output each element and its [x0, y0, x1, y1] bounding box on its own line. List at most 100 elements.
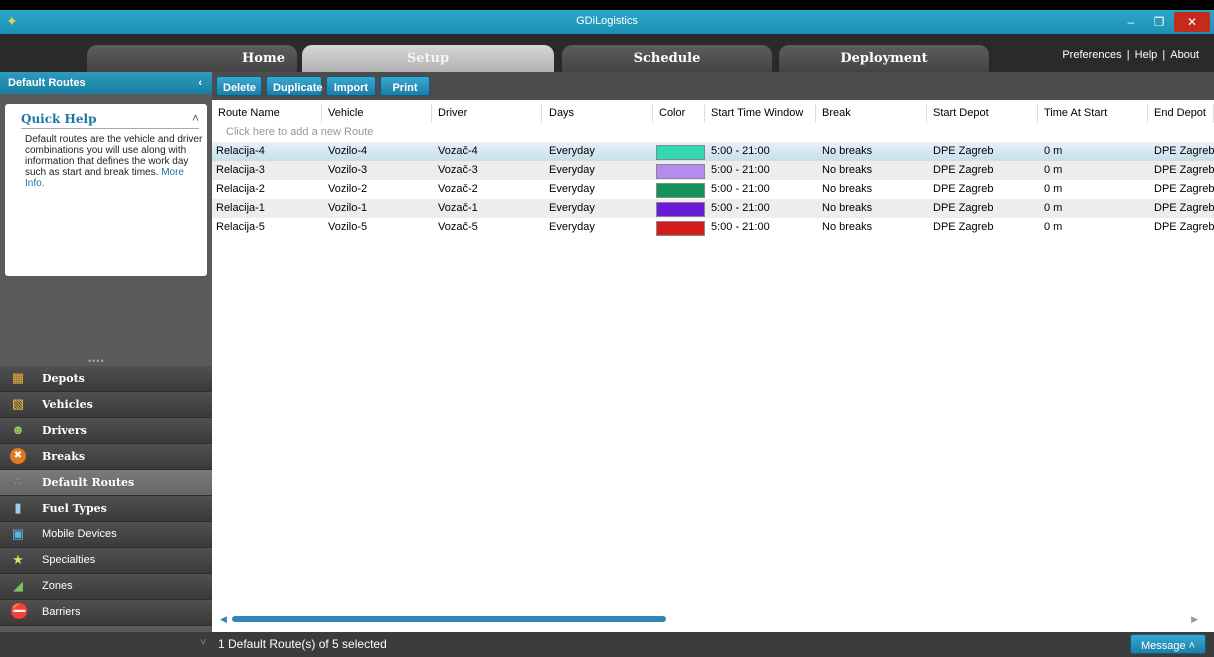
table-cell: DPE Zagreb — [933, 183, 994, 195]
table-row[interactable]: Relacija-4 Vozilo-4 Vozač-4 Everyday 5:00 - … — [212, 142, 1214, 161]
scrollbar-thumb[interactable] — [232, 616, 666, 622]
collapse-help-icon[interactable]: ˄ — [192, 111, 199, 125]
table-cell: 0 m — [1044, 202, 1063, 214]
table-row[interactable]: Relacija-2 Vozilo-2 Vozač-2 Everyday 5:00 - … — [212, 180, 1214, 199]
route-color-swatch — [656, 145, 705, 160]
table-cell: Everyday — [549, 145, 595, 157]
table-cell: No breaks — [822, 202, 873, 214]
column-header[interactable]: Break — [816, 104, 927, 123]
tab-home[interactable]: Home — [87, 45, 297, 72]
sidebar-item-fuel-types[interactable]: ▮ Fuel Types — [0, 496, 212, 522]
column-header[interactable]: End Depot — [1148, 104, 1214, 123]
window-title: GDiLogistics — [576, 15, 638, 27]
table-cell: Vozilo-1 — [328, 202, 368, 214]
message-button[interactable]: Message ˄ — [1130, 634, 1206, 654]
title-bar: ✦ GDiLogistics – ❐ ✕ — [0, 10, 1214, 34]
sidebar-item-zones[interactable]: ◢ Zones — [0, 574, 212, 600]
maximize-icon[interactable]: ❐ — [1146, 12, 1172, 32]
table-cell: 5:00 - 21:00 — [711, 202, 770, 214]
table-cell: DPE Zagreb — [933, 202, 994, 214]
sidebar-item-specialties[interactable]: ★ Specialties — [0, 548, 212, 574]
sidebar-item-barriers[interactable]: ⛔ Barriers — [0, 600, 212, 626]
table-cell: Everyday — [549, 202, 595, 214]
sidebar-nav: ▦ Depots ▧ Vehicles ☻ Drivers ✖ Breaks ∴ Defa… — [0, 366, 212, 626]
table-row[interactable]: Relacija-5 Vozilo-5 Vozač-5 Everyday 5:00 - … — [212, 218, 1214, 237]
table-cell: Vozilo-2 — [328, 183, 368, 195]
tab-schedule[interactable]: Schedule — [562, 45, 772, 72]
about-link[interactable]: About — [1169, 49, 1200, 61]
add-route-row[interactable]: Click here to add a new Route — [212, 123, 1214, 142]
add-route-hint: Click here to add a new Route — [226, 126, 374, 138]
star-icon: ★ — [12, 552, 24, 567]
column-header[interactable]: Start Depot — [927, 104, 1038, 123]
link-separator: | — [1126, 49, 1130, 61]
quick-help-panel: Quick Help ˄ Default routes are the vehi… — [5, 104, 207, 276]
close-icon[interactable]: ✕ — [1174, 12, 1210, 32]
column-header[interactable]: Vehicle — [322, 104, 432, 123]
collapse-sidebar-icon[interactable]: ‹ — [198, 72, 202, 94]
delete-button[interactable]: Delete — [216, 76, 262, 96]
table-cell: 0 m — [1044, 183, 1063, 195]
table-row[interactable]: Relacija-1 Vozilo-1 Vozač-1 Everyday 5:00 - … — [212, 199, 1214, 218]
sidebar-item-breaks[interactable]: ✖ Breaks — [0, 444, 212, 470]
resize-grip[interactable]: •••• — [88, 356, 105, 366]
sidebar-title: Default Routes — [8, 77, 86, 89]
main-panel: Delete Duplicate Import Print Route Name… — [212, 72, 1214, 632]
table-cell: Vozač-4 — [438, 145, 478, 157]
table-cell: No breaks — [822, 145, 873, 157]
table-cell: 5:00 - 21:00 — [711, 164, 770, 176]
fuel-icon: ▮ — [14, 500, 22, 515]
column-header[interactable]: Days — [543, 104, 653, 123]
route-color-swatch — [656, 183, 705, 198]
quick-help-title: Quick Help — [21, 112, 97, 126]
table-cell: No breaks — [822, 221, 873, 233]
barrier-icon: ⛔ — [10, 603, 29, 620]
table-cell: Relacija-3 — [216, 164, 265, 176]
table-cell: Relacija-4 — [216, 145, 265, 157]
table-cell: Vozač-2 — [438, 183, 478, 195]
print-button[interactable]: Print — [380, 76, 430, 96]
column-header[interactable]: Color — [653, 104, 705, 123]
table-cell: DPE Zagreb — [933, 145, 994, 157]
table-cell: Everyday — [549, 164, 595, 176]
table-cell: DPE Zagreb — [933, 221, 994, 233]
table-cell: Vozač-5 — [438, 221, 478, 233]
top-frame — [0, 0, 1214, 10]
sidebar-item-vehicles[interactable]: ▧ Vehicles — [0, 392, 212, 418]
mobile-device-icon: ▣ — [11, 526, 25, 541]
table-cell: Relacija-5 — [216, 221, 265, 233]
link-separator: | — [1162, 49, 1166, 61]
sidebar-item-depots[interactable]: ▦ Depots — [0, 366, 212, 392]
table-cell: 0 m — [1044, 145, 1063, 157]
selection-status: 1 Default Route(s) of 5 selected — [218, 637, 387, 651]
tab-deployment[interactable]: Deployment — [779, 45, 989, 72]
column-header[interactable]: Driver — [432, 104, 542, 123]
table-cell: Relacija-1 — [216, 202, 265, 214]
minimize-icon[interactable]: – — [1118, 12, 1144, 32]
column-header[interactable]: Time At Start — [1038, 104, 1148, 123]
column-header[interactable]: Start Time Window — [705, 104, 816, 123]
sidebar: Default Routes ‹ Quick Help ˄ Default ro… — [0, 72, 212, 632]
duplicate-button[interactable]: Duplicate — [266, 76, 323, 96]
sidebar-item-mobile-devices[interactable]: ▣ Mobile Devices — [0, 522, 212, 548]
scroll-left-icon[interactable]: ◀ — [220, 614, 227, 625]
column-header[interactable]: Route Name — [212, 104, 322, 123]
tab-setup[interactable]: Setup — [302, 45, 554, 72]
vehicle-icon: ▧ — [11, 396, 25, 411]
tab-bar: Home Setup Schedule Deployment Preferenc… — [0, 34, 1214, 72]
sidebar-item-default-routes[interactable]: ∴ Default Routes — [0, 470, 212, 496]
table-row[interactable]: Relacija-3 Vozilo-3 Vozač-3 Everyday 5:00 - … — [212, 161, 1214, 180]
table-cell: 5:00 - 21:00 — [711, 145, 770, 157]
table-cell: DPE Zagreb — [933, 164, 994, 176]
sidebar-item-drivers[interactable]: ☻ Drivers — [0, 418, 212, 444]
import-button[interactable]: Import — [326, 76, 376, 96]
horizontal-scrollbar[interactable]: ◀ ▶ — [212, 614, 1214, 624]
quick-help-text: Default routes are the vehicle and drive… — [25, 134, 203, 189]
chevron-down-icon[interactable]: ˅ — [200, 637, 206, 649]
scroll-right-icon[interactable]: ▶ — [1191, 614, 1198, 625]
sidebar-header: Default Routes ‹ — [0, 72, 212, 94]
route-icon: ∴ — [14, 476, 22, 488]
preferences-link[interactable]: Preferences — [1061, 49, 1122, 61]
table-cell: Vozač-3 — [438, 164, 478, 176]
help-link[interactable]: Help — [1134, 49, 1159, 61]
